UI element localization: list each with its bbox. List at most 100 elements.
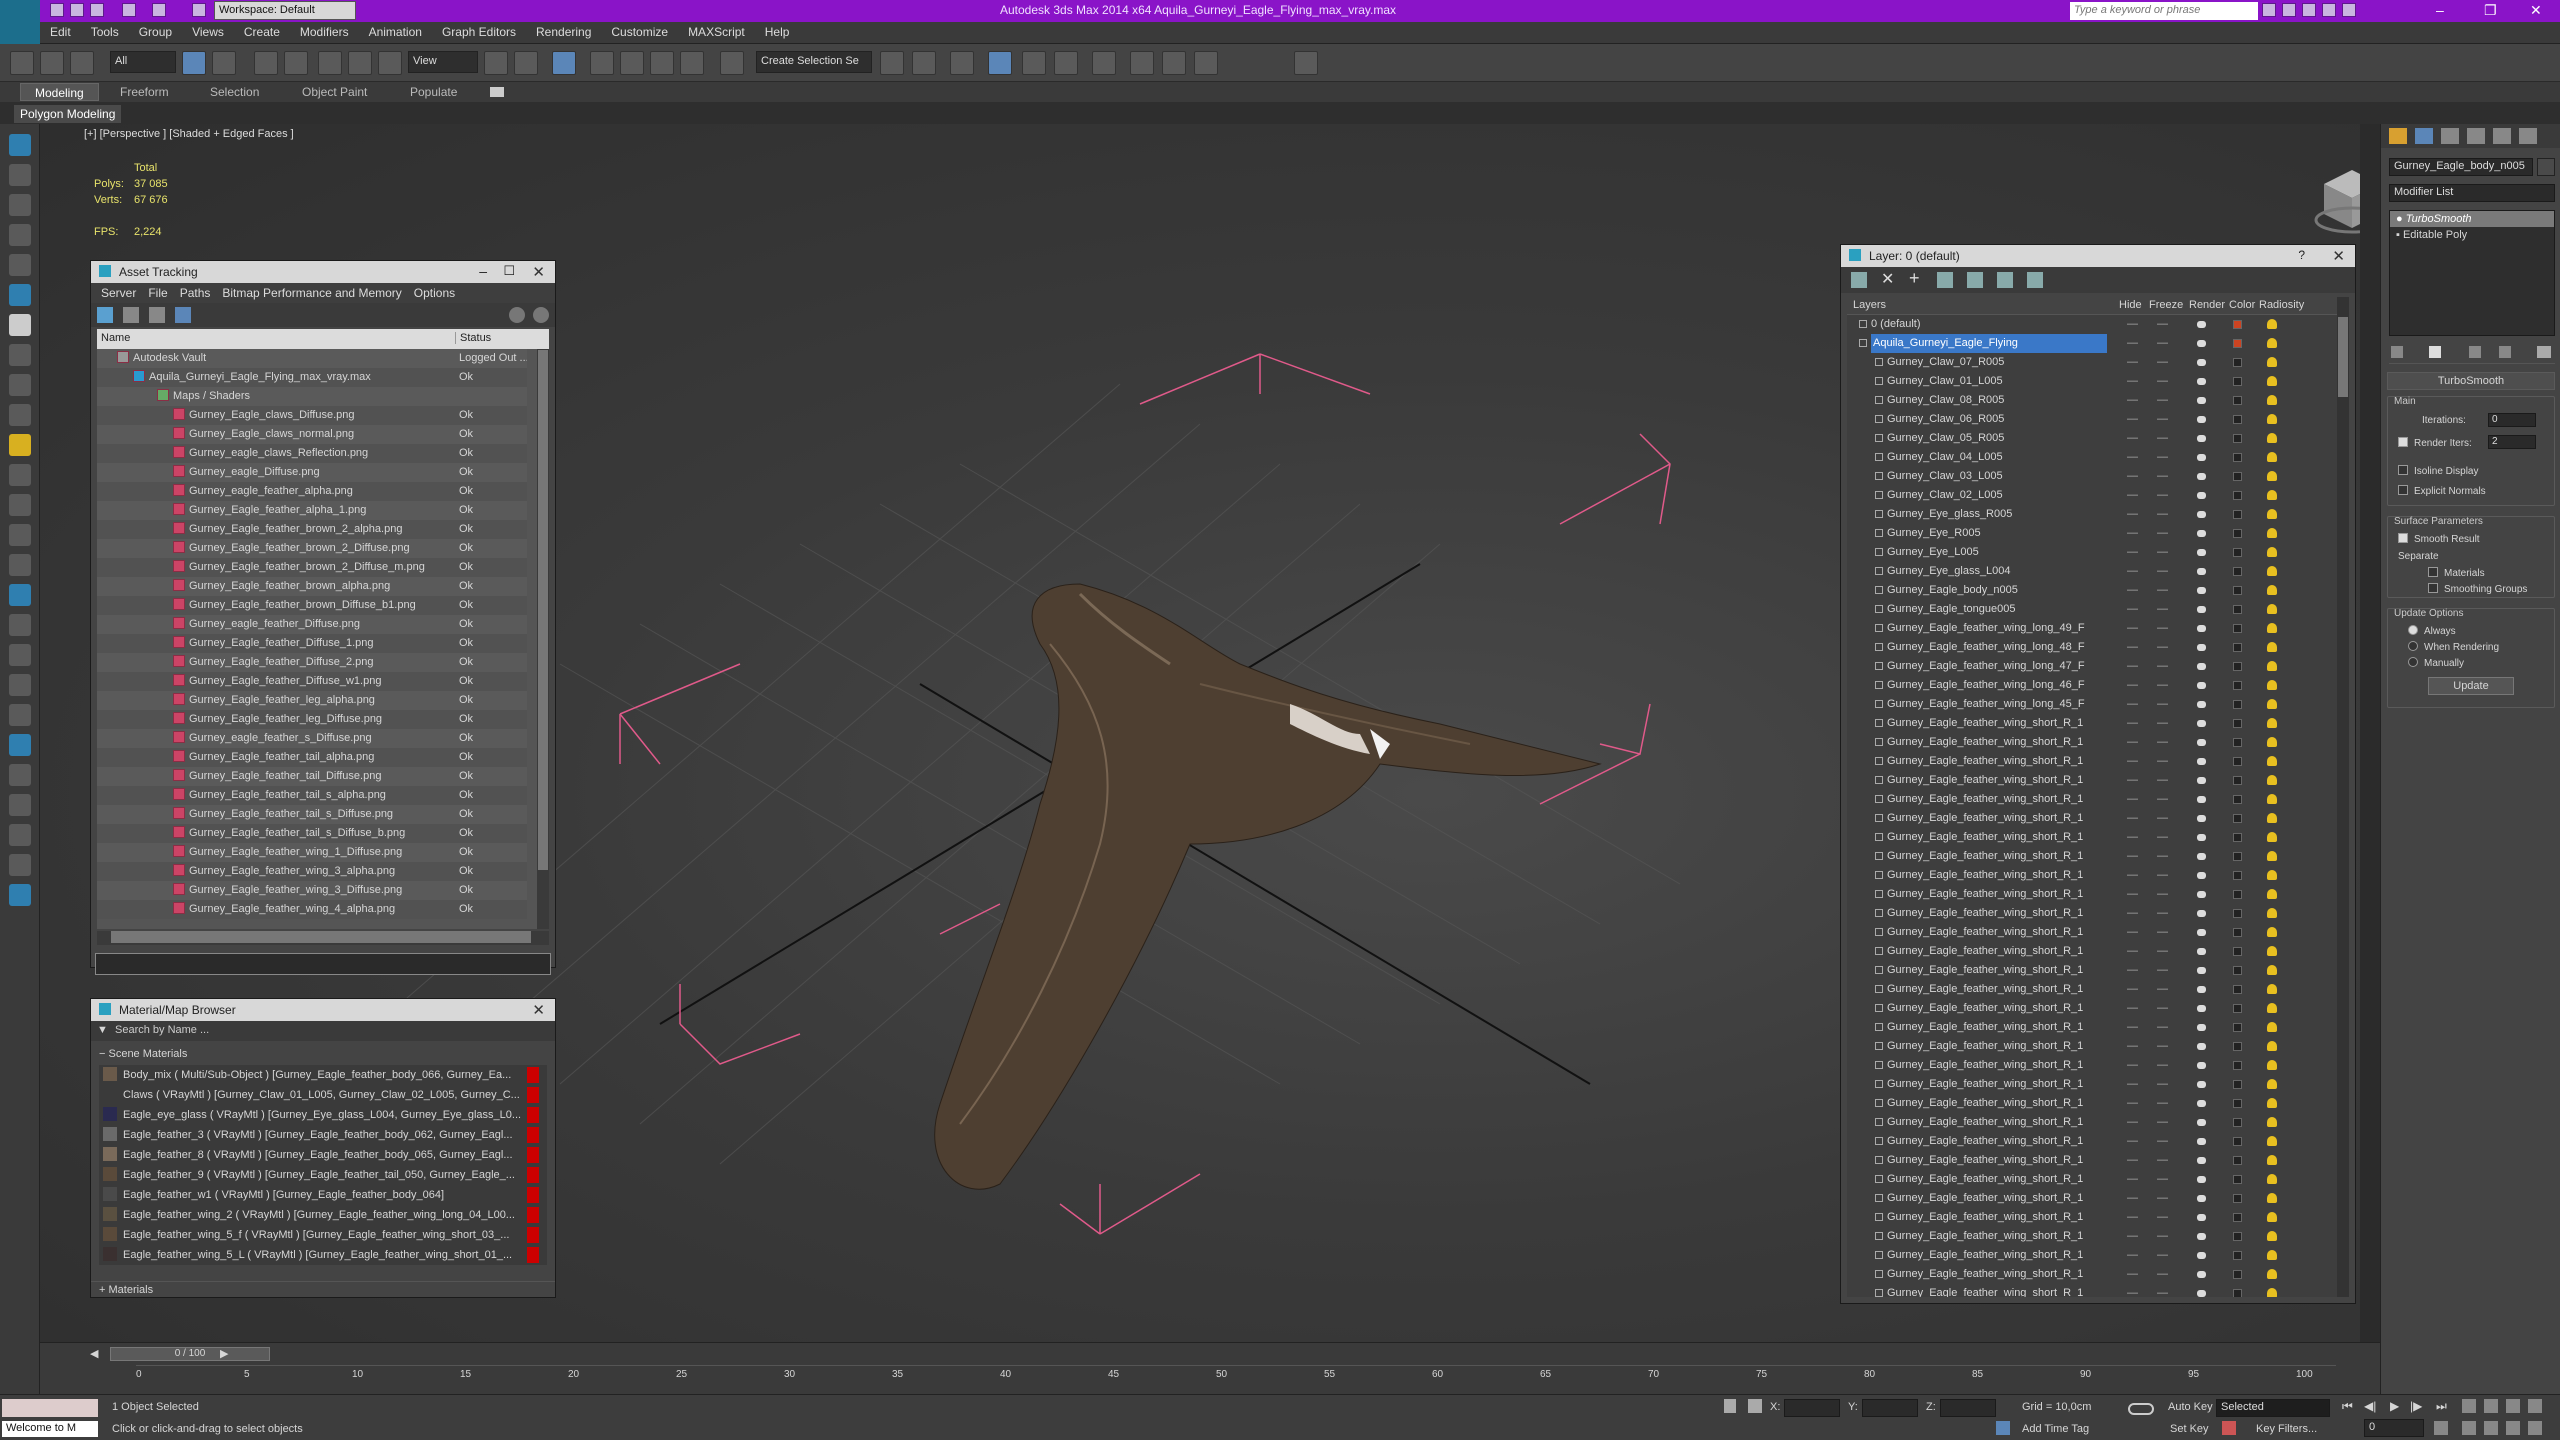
hide-toggle[interactable]: — <box>2127 923 2138 942</box>
hide-toggle[interactable]: — <box>2127 543 2138 562</box>
app-logo[interactable] <box>0 0 40 22</box>
radiosity-icon[interactable] <box>2267 1136 2277 1146</box>
tab-modeling[interactable]: Modeling <box>20 83 99 101</box>
particles-icon[interactable] <box>9 494 31 516</box>
freeze-toggle[interactable]: — <box>2157 1075 2168 1094</box>
freeze-toggle[interactable]: — <box>2157 581 2168 600</box>
maxscript-mini[interactable] <box>2 1399 98 1417</box>
new-icon[interactable] <box>50 3 64 17</box>
material-row[interactable]: Eagle_feather_wing_5_f ( VRayMtl ) [Gurn… <box>99 1225 539 1245</box>
z-coordinate-field[interactable] <box>1940 1399 1996 1417</box>
scene-materials-section[interactable]: − Scene Materials <box>91 1045 555 1065</box>
render-teapot-icon[interactable] <box>2197 568 2206 575</box>
layer-row[interactable]: Gurney_Claw_06_R005 — — <box>1847 410 2337 429</box>
project-folder-icon[interactable] <box>192 3 206 17</box>
display-icon[interactable] <box>9 134 31 156</box>
asset-row[interactable]: Maps / Shaders <box>97 387 527 406</box>
color-swatch[interactable] <box>2233 529 2242 538</box>
radiosity-icon[interactable] <box>2267 585 2277 595</box>
radiosity-icon[interactable] <box>2267 794 2277 804</box>
color-swatch[interactable] <box>2233 548 2242 557</box>
render-teapot-icon[interactable] <box>2197 492 2206 499</box>
shape-icon[interactable] <box>9 734 31 756</box>
select-object-icon[interactable] <box>182 51 206 75</box>
color-swatch[interactable] <box>2233 624 2242 633</box>
asset-menu-file[interactable]: File <box>142 285 173 301</box>
layer-row[interactable]: Gurney_Claw_01_L005 — — <box>1847 372 2337 391</box>
radiosity-icon[interactable] <box>2267 1003 2277 1013</box>
render-teapot-icon[interactable] <box>2197 1043 2206 1050</box>
color-swatch[interactable] <box>2233 738 2242 747</box>
freeze-toggle[interactable]: — <box>2157 1208 2168 1227</box>
hide-toggle[interactable]: — <box>2127 752 2138 771</box>
color-swatch[interactable] <box>2233 1289 2242 1297</box>
layer-row[interactable]: Gurney_Eagle_feather_wing_short_R_1 — — <box>1847 1189 2337 1208</box>
freeze-toggle[interactable]: — <box>2157 505 2168 524</box>
tab-selection[interactable]: Selection <box>210 85 259 99</box>
freeze-toggle[interactable]: — <box>2157 771 2168 790</box>
asset-row[interactable]: Gurney_Eagle_feather_tail_Diffuse.png Ok <box>97 767 527 786</box>
paint-icon[interactable] <box>9 554 31 576</box>
render-iters-checkbox[interactable] <box>2398 437 2408 447</box>
keyboard-shortcut-icon[interactable] <box>552 51 576 75</box>
layer-row[interactable]: Gurney_Eagle_feather_wing_short_R_1 — — <box>1847 714 2337 733</box>
layer-row[interactable]: Gurney_Eagle_feather_wing_short_R_1 — — <box>1847 752 2337 771</box>
asset-row[interactable]: Gurney_Eagle_feather_Diffuse_w1.png Ok <box>97 672 527 691</box>
table-view-icon[interactable] <box>175 307 191 323</box>
render-teapot-icon[interactable] <box>2197 891 2206 898</box>
render-teapot-icon[interactable] <box>2197 378 2206 385</box>
freeze-toggle[interactable]: — <box>2157 790 2168 809</box>
light-bulb-icon[interactable]: ● <box>2396 213 2406 225</box>
radiosity-icon[interactable] <box>2267 1250 2277 1260</box>
radiosity-icon[interactable] <box>2267 813 2277 823</box>
layer-row[interactable]: Gurney_Eagle_feather_wing_short_R_1 — — <box>1847 847 2337 866</box>
freeze-toggle[interactable]: — <box>2157 619 2168 638</box>
hide-toggle[interactable]: — <box>2127 1246 2138 1265</box>
layer-row[interactable]: Gurney_Eagle_feather_wing_short_R_1 — — <box>1847 1094 2337 1113</box>
layer-row[interactable]: Gurney_Eagle_feather_wing_short_R_1 — — <box>1847 999 2337 1018</box>
freeze-toggle[interactable]: — <box>2157 334 2168 353</box>
layer-row[interactable]: Gurney_Eagle_tongue005 — — <box>1847 600 2337 619</box>
menu-tools[interactable]: Tools <box>81 22 129 42</box>
minimize-icon[interactable]: – <box>2436 2 2444 18</box>
cylinder-icon[interactable] <box>9 344 31 366</box>
render-teapot-icon[interactable] <box>2197 321 2206 328</box>
layer-row[interactable]: Gurney_Eye_R005 — — <box>1847 524 2337 543</box>
highlight-layer-icon[interactable] <box>1967 272 1983 288</box>
hierarchy-icon[interactable] <box>9 224 31 246</box>
freeze-toggle[interactable]: — <box>2157 1227 2168 1246</box>
hide-toggle[interactable]: — <box>2127 315 2138 334</box>
freeze-toggle[interactable]: — <box>2157 1018 2168 1037</box>
material-browser-menu-icon[interactable]: ▼ <box>97 1024 108 1036</box>
hide-toggle[interactable]: — <box>2127 961 2138 980</box>
layer-row[interactable]: Gurney_Eagle_feather_wing_short_R_1 — — <box>1847 1284 2337 1297</box>
undo-toolbar-icon[interactable] <box>10 51 34 75</box>
asset-minimize-icon[interactable]: – <box>479 263 487 279</box>
color-swatch[interactable] <box>2233 358 2242 367</box>
asset-row[interactable]: Gurney_Eagle_feather_tail_s_alpha.png Ok <box>97 786 527 805</box>
hide-toggle[interactable]: — <box>2127 410 2138 429</box>
radiosity-icon[interactable] <box>2267 547 2277 557</box>
create-icon[interactable] <box>9 164 31 186</box>
edit-named-selection-icon[interactable] <box>720 51 744 75</box>
color-swatch[interactable] <box>2233 1118 2242 1127</box>
color-swatch[interactable] <box>2233 1213 2242 1222</box>
when-rendering-radio[interactable] <box>2408 641 2418 651</box>
x-coordinate-field[interactable] <box>1784 1399 1840 1417</box>
freeze-toggle[interactable]: — <box>2157 828 2168 847</box>
maxscript-listener[interactable]: Welcome to M <box>2 1421 98 1437</box>
render-teapot-icon[interactable] <box>2197 1214 2206 1221</box>
render-teapot-icon[interactable] <box>2197 853 2206 860</box>
update-button[interactable]: Update <box>2428 677 2514 695</box>
radiosity-icon[interactable] <box>2267 680 2277 690</box>
hide-toggle[interactable]: — <box>2127 771 2138 790</box>
freeze-all-icon[interactable] <box>2027 272 2043 288</box>
color-swatch[interactable] <box>2233 1061 2242 1070</box>
slider-next-icon[interactable]: ▶ <box>220 1347 228 1360</box>
color-swatch[interactable] <box>2233 1251 2242 1260</box>
render-teapot-icon[interactable] <box>2197 1024 2206 1031</box>
color-swatch[interactable] <box>2233 1023 2242 1032</box>
freeze-toggle[interactable]: — <box>2157 600 2168 619</box>
render-teapot-icon[interactable] <box>2197 777 2206 784</box>
render-iters-spinner[interactable]: 2 <box>2488 435 2536 449</box>
